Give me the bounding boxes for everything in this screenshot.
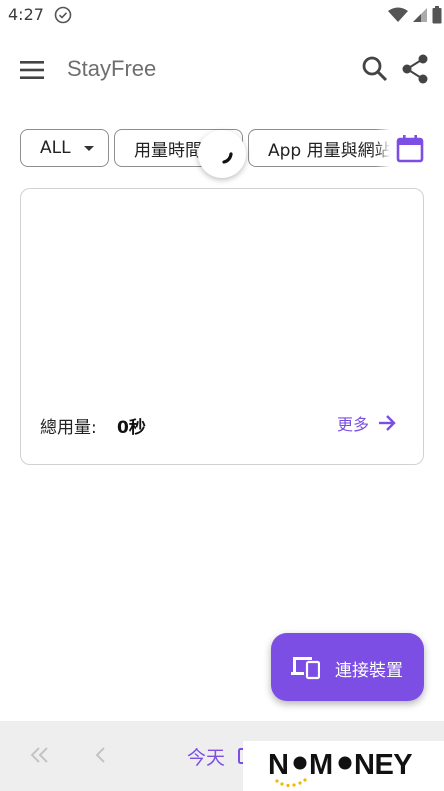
view-chip[interactable]: App 用量與網站 xyxy=(248,129,390,167)
view-label: App 用量與網站 xyxy=(268,140,390,161)
double-chevron-left-icon[interactable] xyxy=(28,743,52,767)
share-icon[interactable] xyxy=(398,52,432,86)
caret-down-icon xyxy=(84,146,94,151)
connect-device-button[interactable]: 連接裝置 xyxy=(271,633,424,701)
arrow-right-icon xyxy=(379,415,396,431)
scope-dropdown[interactable]: ALL xyxy=(20,129,109,167)
calendar-icon[interactable] xyxy=(394,133,426,165)
spinner-arc-icon xyxy=(222,152,233,164)
app-bar: StayFree xyxy=(0,40,444,100)
status-icons xyxy=(388,6,442,24)
today-button[interactable]: 今天 xyxy=(187,743,225,770)
wifi-icon xyxy=(388,7,408,22)
total-usage-value: 0秒 xyxy=(117,418,146,438)
app-title: StayFree xyxy=(67,56,157,81)
loading-spinner xyxy=(198,130,246,178)
svg-text:N: N xyxy=(268,749,288,781)
chevron-left-icon[interactable] xyxy=(90,743,110,767)
devices-icon xyxy=(291,657,320,680)
usage-card: 總用量: 0秒 更多 xyxy=(20,188,424,465)
filter-fade xyxy=(376,128,390,168)
battery-icon xyxy=(432,6,442,24)
filter-chips: ALL 用量時間 App 用量與網站 xyxy=(0,128,390,168)
signal-icon xyxy=(413,8,427,22)
scope-label: ALL xyxy=(40,138,71,158)
more-button[interactable]: 更多 xyxy=(337,411,397,435)
connect-device-label: 連接裝置 xyxy=(335,661,403,681)
check-circle-icon xyxy=(54,6,72,24)
status-time: 4:27 xyxy=(8,5,44,24)
nomoney-watermark: N M NEY xyxy=(243,741,444,791)
svg-text:M: M xyxy=(309,749,333,781)
svg-text:NEY: NEY xyxy=(354,749,412,781)
more-label: 更多 xyxy=(337,415,370,434)
nomoney-logo: N M NEY xyxy=(268,749,413,788)
menu-icon[interactable] xyxy=(14,52,50,88)
search-icon[interactable] xyxy=(358,52,392,86)
status-bar: 4:27 xyxy=(0,0,444,32)
metric-label: 用量時間 xyxy=(134,140,202,161)
total-usage-label: 總用量: xyxy=(40,418,97,438)
